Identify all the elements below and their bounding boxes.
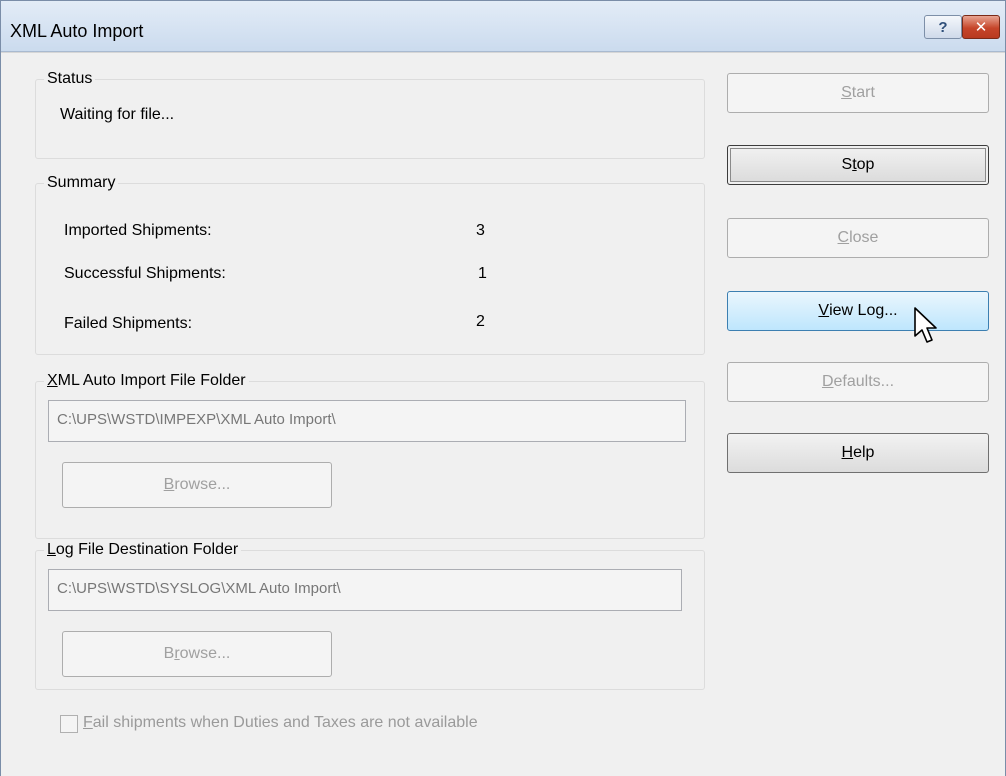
help-title-button[interactable]: ?	[924, 15, 962, 39]
summary-group: Summary Imported Shipments: 3 Successful…	[35, 174, 705, 355]
xml-folder-group: XML Auto Import File Folder C:\UPS\WSTD\…	[35, 372, 705, 539]
imported-shipments-label: Imported Shipments:	[64, 222, 212, 239]
successful-shipments-label: Successful Shipments:	[64, 265, 226, 282]
status-message: Waiting for file...	[60, 106, 175, 123]
xml-folder-legend: XML Auto Import File Folder	[44, 372, 249, 390]
failed-shipments-value: 2	[476, 313, 485, 330]
close-icon: ✕	[974, 19, 988, 36]
question-mark-icon: ?	[938, 18, 948, 36]
dialog-client-area: Status Waiting for file... Summary Impor…	[1, 52, 1005, 776]
log-folder-browse-button[interactable]: Br owse...	[62, 631, 332, 677]
close-button[interactable]: Close	[727, 218, 989, 258]
fail-shipments-checkbox[interactable]	[60, 715, 78, 733]
fail-shipments-checkbox-label[interactable]: Fail shipments when Duties and Taxes are…	[83, 714, 478, 732]
start-button[interactable]: Start	[727, 73, 989, 113]
log-folder-legend: Log File Destination Folder	[44, 541, 242, 559]
title-bar[interactable]: XML Auto Import ? ✕	[1, 1, 1005, 52]
failed-shipments-label: Failed Shipments:	[64, 315, 193, 332]
window-title: XML Auto Import	[10, 21, 144, 41]
arrow-pointer-icon	[914, 307, 937, 343]
log-folder-path-field[interactable]: C:\UPS\WSTD\SYSLOG\XML Auto Import\	[48, 569, 682, 611]
xml-folder-path-field[interactable]: C:\UPS\WSTD\IMPEXP\XML Auto Import\	[48, 400, 686, 442]
help-button[interactable]: Help	[727, 433, 989, 473]
dialog-window: XML Auto Import ? ✕ Status Waiting for f…	[0, 0, 1006, 776]
status-legend: Status	[44, 70, 96, 88]
close-title-button[interactable]: ✕	[962, 15, 1000, 39]
status-group: Status Waiting for file...	[35, 70, 705, 159]
xml-folder-browse-button[interactable]: Browse...	[62, 462, 332, 508]
view-log-button[interactable]: View Log...	[727, 291, 989, 331]
successful-shipments-value: 1	[478, 265, 487, 282]
defaults-button[interactable]: Defaults...	[727, 362, 989, 402]
imported-shipments-value: 3	[476, 222, 485, 239]
log-folder-group: Log File Destination Folder C:\UPS\WSTD\…	[35, 541, 705, 690]
stop-button[interactable]: St op	[727, 145, 989, 185]
summary-legend: Summary	[44, 174, 119, 192]
